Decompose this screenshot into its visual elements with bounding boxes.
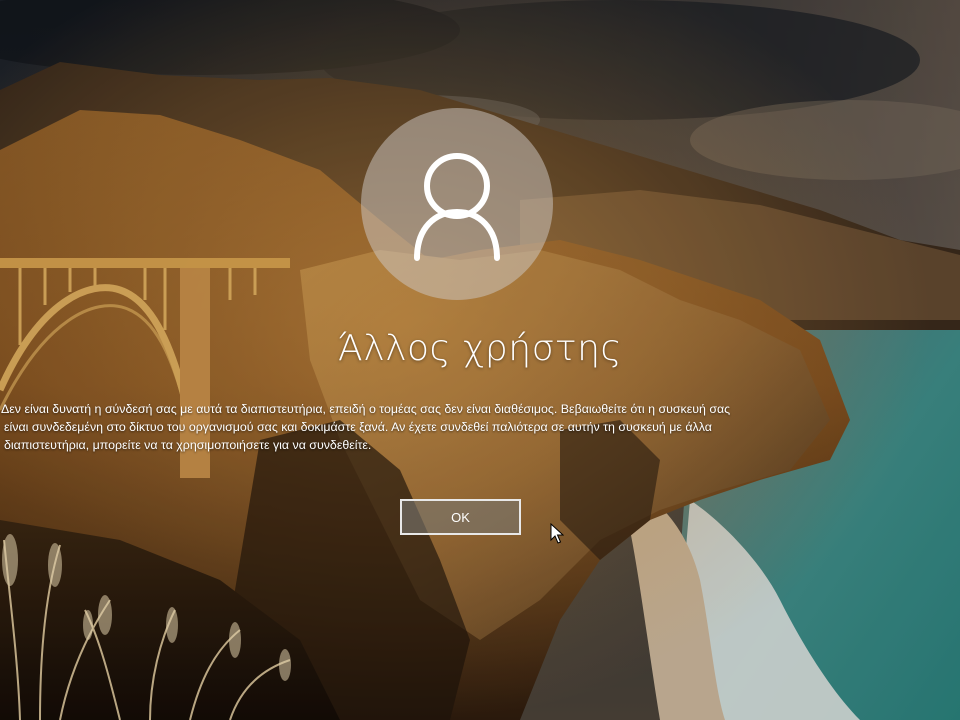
error-message-line: διαπιστευτήρια, μπορείτε να τα χρησιμοπο… <box>4 438 372 452</box>
username-label: Άλλος χρήστης <box>337 328 623 369</box>
sign-in-error-message: Δεν είναι δυνατή η σύνδεσή σας με αυτά τ… <box>0 400 941 454</box>
user-avatar <box>361 108 553 300</box>
error-message-line: Δεν είναι δυνατή η σύνδεσή σας με αυτά τ… <box>1 402 731 416</box>
user-silhouette-icon <box>414 153 500 261</box>
error-message-line: είναι συνδεδεμένη στο δίκτυο του οργανισ… <box>4 420 712 434</box>
lock-screen: Άλλος χρήστης Δεν είναι δυνατή η σύνδεσή… <box>0 0 960 720</box>
ok-button[interactable]: OK <box>400 499 521 535</box>
mouse-pointer-icon <box>550 523 564 544</box>
